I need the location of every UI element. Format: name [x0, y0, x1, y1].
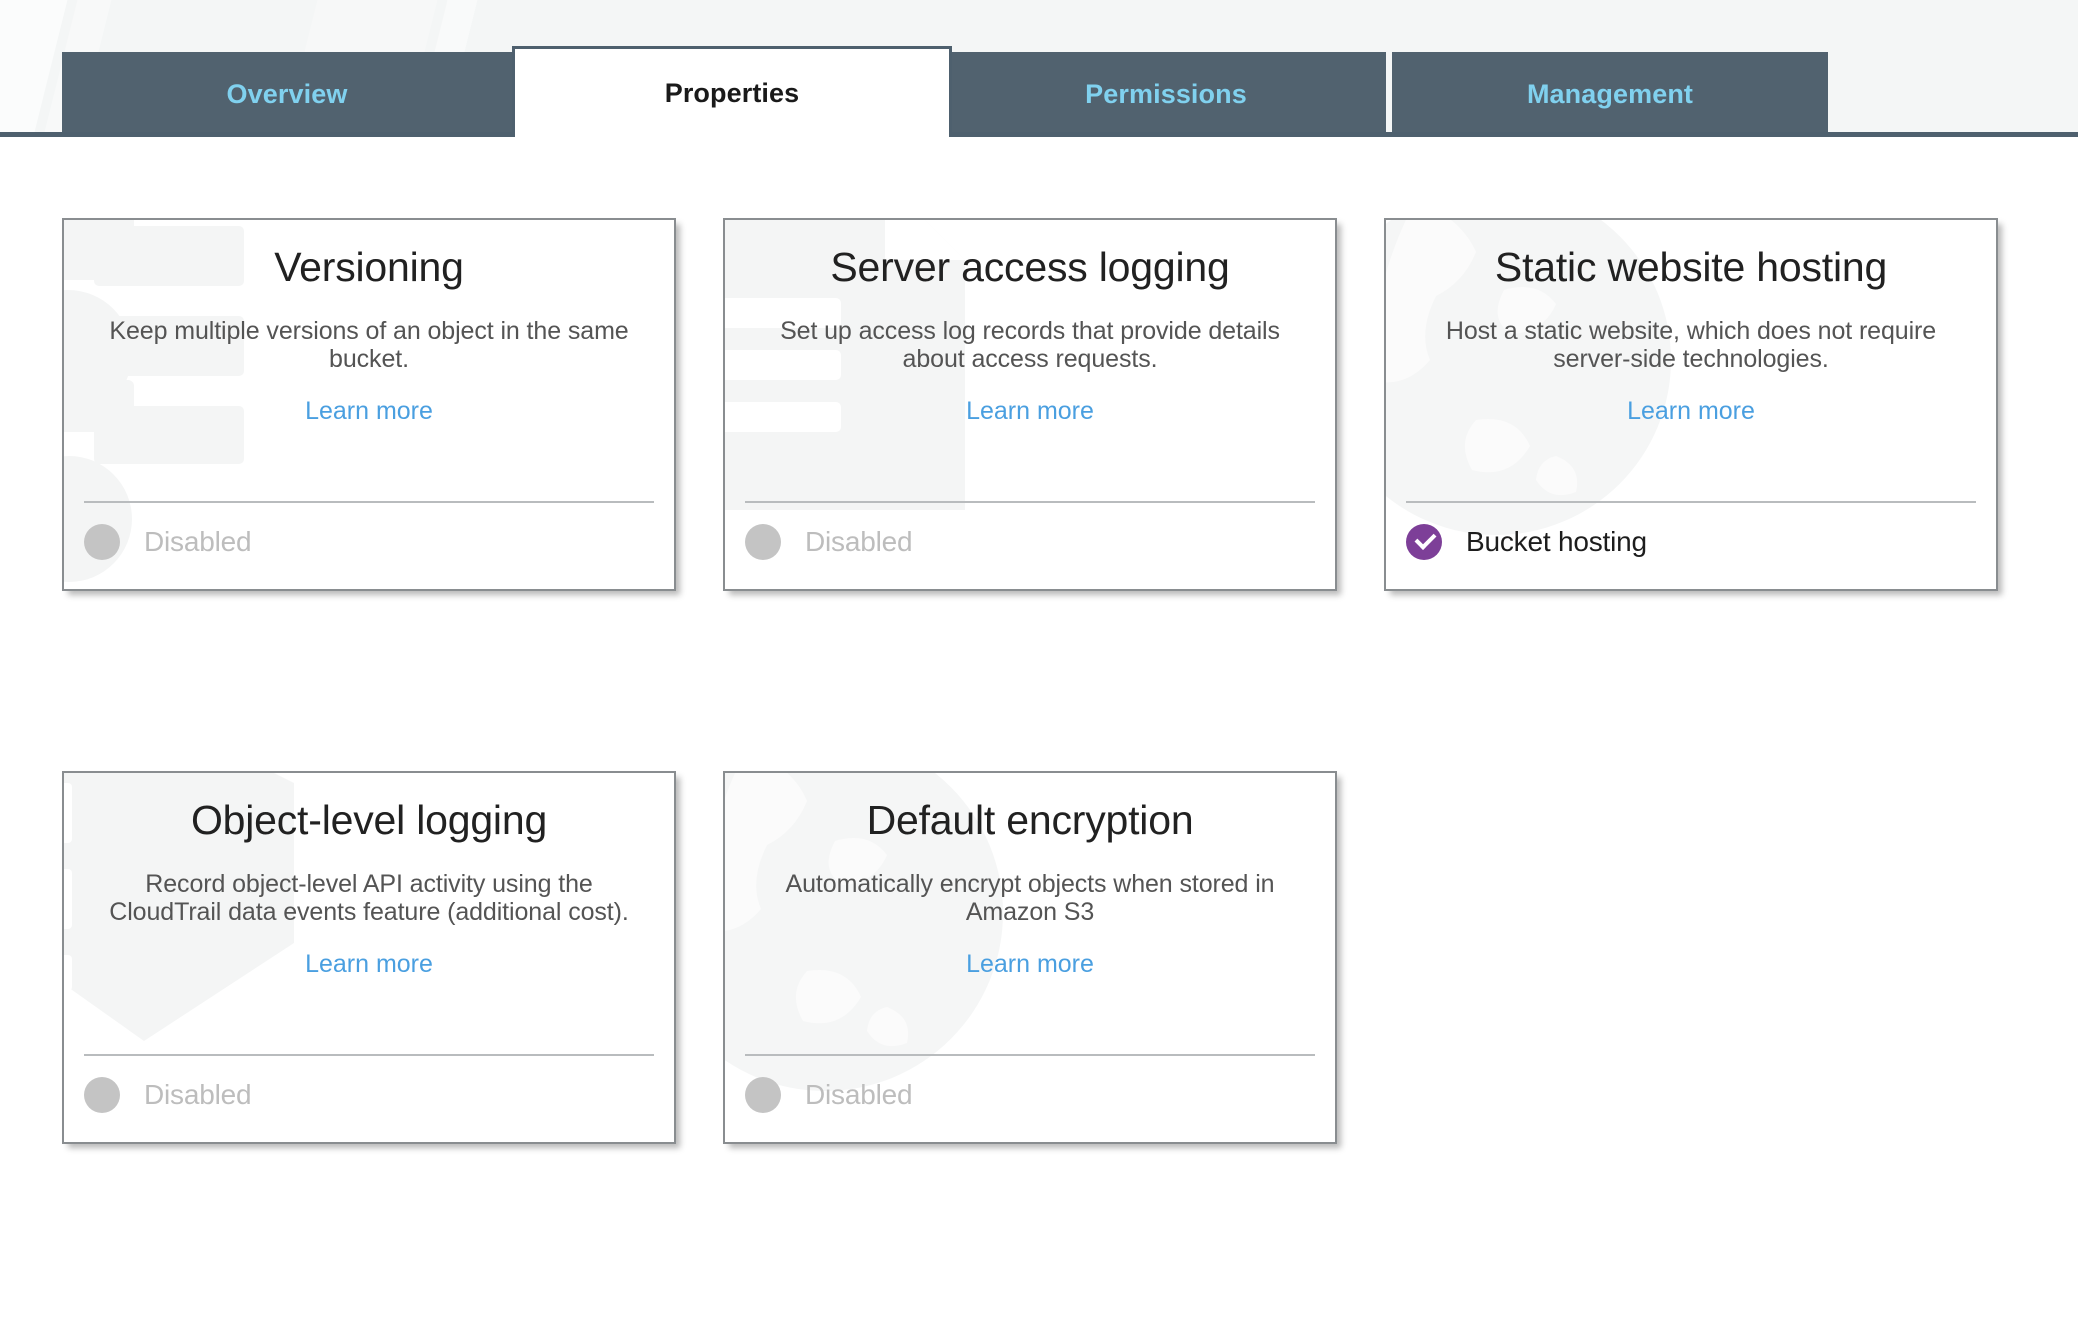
status-dot-icon [745, 524, 781, 560]
properties-card-grid: Versioning Keep multiple versions of an … [0, 137, 2078, 1330]
status-label: Disabled [805, 526, 912, 558]
status-check-icon [1406, 524, 1442, 560]
card-description: Host a static website, which does not re… [1408, 289, 1974, 373]
learn-more-link[interactable]: Learn more [747, 950, 1313, 979]
card-description: Set up access log records that provide d… [747, 289, 1313, 373]
card-description: Record object-level API activity using t… [86, 842, 652, 926]
status-dot-icon [84, 1077, 120, 1113]
card-status: Disabled [745, 1066, 912, 1124]
tab-permissions[interactable]: Permissions [946, 52, 1386, 137]
card-title: Static website hosting [1408, 220, 1974, 289]
learn-more-link[interactable]: Learn more [86, 950, 652, 979]
bucket-tab-bar: Overview Properties Permissions Manageme… [0, 0, 2078, 137]
card-description: Keep multiple versions of an object in t… [86, 289, 652, 373]
card-title: Server access logging [747, 220, 1313, 289]
card-title: Versioning [86, 220, 652, 289]
card-status: Disabled [84, 513, 251, 571]
card-description: Automatically encrypt objects when store… [747, 842, 1313, 926]
card-divider [84, 1054, 654, 1056]
tab-properties[interactable]: Properties [512, 46, 952, 137]
card-object-level-logging[interactable]: Object-level logging Record object-level… [62, 771, 676, 1144]
s3-bucket-properties-page: Overview Properties Permissions Manageme… [0, 0, 2078, 1330]
card-divider [745, 1054, 1315, 1056]
status-label: Disabled [144, 1079, 251, 1111]
card-versioning[interactable]: Versioning Keep multiple versions of an … [62, 218, 676, 591]
status-label: Bucket hosting [1466, 526, 1647, 558]
card-divider [84, 501, 654, 503]
status-label: Disabled [144, 526, 251, 558]
learn-more-link[interactable]: Learn more [1408, 397, 1974, 426]
status-dot-icon [84, 524, 120, 560]
card-title: Object-level logging [86, 773, 652, 842]
card-title: Default encryption [747, 773, 1313, 842]
card-status: Disabled [84, 1066, 251, 1124]
learn-more-link[interactable]: Learn more [747, 397, 1313, 426]
status-label: Disabled [805, 1079, 912, 1111]
tab-management[interactable]: Management [1392, 52, 1828, 137]
learn-more-link[interactable]: Learn more [86, 397, 652, 426]
card-divider [745, 501, 1315, 503]
card-static-website-hosting[interactable]: Static website hosting Host a static web… [1384, 218, 1998, 591]
tab-overview[interactable]: Overview [62, 52, 512, 137]
card-default-encryption[interactable]: Default encryption Automatically encrypt… [723, 771, 1337, 1144]
card-status: Disabled [745, 513, 912, 571]
status-dot-icon [745, 1077, 781, 1113]
card-server-access-logging[interactable]: Server access logging Set up access log … [723, 218, 1337, 591]
card-divider [1406, 501, 1976, 503]
card-status: Bucket hosting [1406, 513, 1647, 571]
